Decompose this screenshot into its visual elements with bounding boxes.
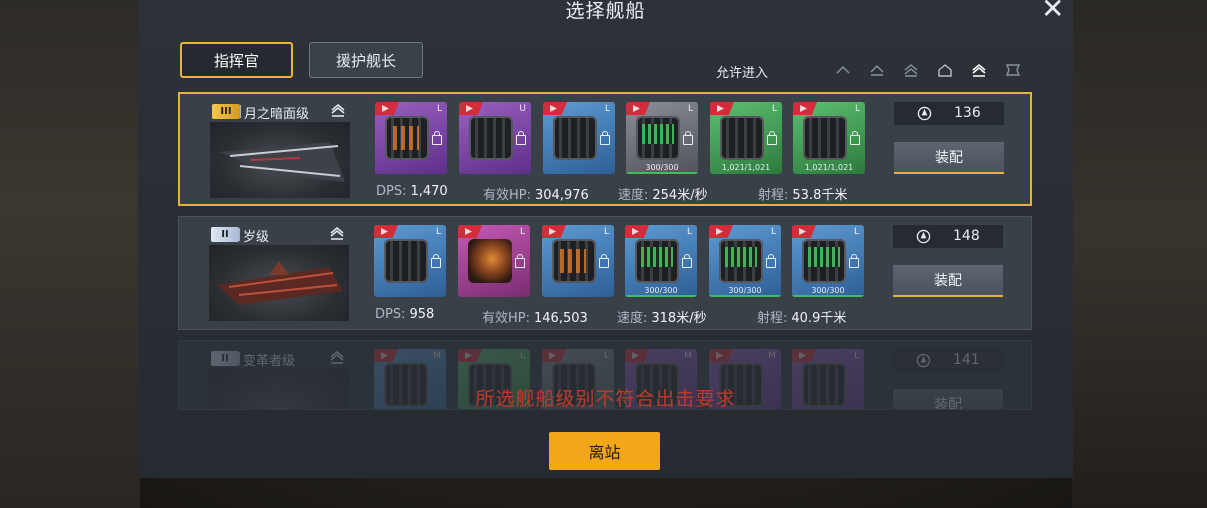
power-icon	[917, 106, 932, 121]
lock-icon	[515, 254, 525, 268]
depart-button[interactable]: 离站	[549, 432, 660, 470]
lock-icon	[850, 131, 860, 145]
tab-escort-captain[interactable]: 援护舰长	[309, 42, 423, 78]
ship-row-sui[interactable]: II 岁级 L L L L 300/300 L 300/300 L 300/300 D…	[178, 216, 1032, 330]
rank-filter	[835, 62, 1031, 82]
ship-row-dark-side[interactable]: III 月之暗面级 L U L L 300/300 L 1,021/1,021 L1…	[178, 92, 1032, 206]
lock-icon	[599, 254, 609, 268]
tier-badge: II	[211, 227, 239, 242]
module-slot[interactable]: L 300/300	[626, 102, 698, 174]
stat-range: 射程: 53.8千米	[758, 188, 848, 203]
lock-icon	[432, 131, 442, 145]
power-rating: 136	[894, 102, 1004, 125]
power-icon	[916, 353, 931, 368]
background-right	[1072, 0, 1207, 508]
stat-speed: 速度: 254米/秒	[618, 188, 708, 203]
lock-icon	[767, 131, 777, 145]
ship-name: 月之暗面级	[239, 103, 309, 122]
lock-icon	[849, 254, 859, 268]
stat-hp: 有效HP: 304,976	[483, 188, 589, 203]
select-ship-dialog: 选择舰船 ✕ 指挥官 援护舰长 允许进入 III 月之暗面级 L U L L 30…	[138, 0, 1073, 478]
module-slot[interactable]: U	[459, 102, 531, 174]
ship-name: 岁级	[238, 226, 269, 245]
rank-4-icon[interactable]	[937, 62, 953, 78]
equip-button[interactable]: 装配	[893, 265, 1003, 297]
lock-icon	[600, 131, 610, 145]
module-slot[interactable]: L 1,021/1,021	[710, 102, 782, 174]
lock-icon	[683, 131, 693, 145]
stat-range: 射程: 40.9千米	[757, 311, 847, 326]
ship-class-icon	[330, 227, 344, 240]
module-slot[interactable]: L	[458, 225, 530, 297]
module-slot[interactable]: L	[543, 102, 615, 174]
background-left	[0, 0, 140, 508]
ship-image	[209, 245, 349, 321]
rank-6-icon[interactable]	[1005, 62, 1021, 78]
lock-icon	[431, 254, 441, 268]
module-slot[interactable]: L 300/300	[792, 225, 864, 297]
module-slot[interactable]: L	[542, 225, 614, 297]
warning-message: 所选舰船级别不符合出击要求	[475, 388, 736, 410]
module-slot[interactable]: L 300/300	[625, 225, 697, 297]
ship-name: 变革者级	[238, 350, 295, 369]
close-icon[interactable]: ✕	[1041, 0, 1064, 23]
lock-icon	[682, 254, 692, 268]
allowed-entry-label: 允许进入	[716, 66, 769, 81]
lock-icon	[766, 254, 776, 268]
ship-class-icon	[331, 104, 345, 117]
dialog-title: 选择舰船	[565, 0, 646, 22]
stat-dps: DPS: 958	[375, 307, 435, 322]
module-slot[interactable]: L	[375, 102, 447, 174]
tier-badge: II	[211, 351, 239, 366]
rank-3-icon[interactable]	[903, 62, 919, 78]
module-slot[interactable]: L	[374, 225, 446, 297]
tier-badge: III	[212, 104, 240, 119]
module-slot[interactable]: L 1,021/1,021	[793, 102, 865, 174]
module-slot[interactable]: L 300/300	[709, 225, 781, 297]
rank-2-icon[interactable]	[869, 62, 885, 78]
power-icon	[916, 229, 931, 244]
lock-icon	[516, 131, 526, 145]
stat-dps: DPS: 1,470	[376, 184, 448, 199]
stat-hp: 有效HP: 146,503	[482, 311, 588, 326]
tab-commander[interactable]: 指挥官	[180, 42, 293, 78]
rank-5-icon[interactable]	[971, 62, 987, 78]
ship-class-icon	[330, 351, 344, 364]
power-rating: 148	[893, 225, 1003, 248]
stat-speed: 速度: 318米/秒	[617, 311, 707, 326]
rank-1-icon[interactable]	[835, 62, 851, 78]
ship-image	[210, 122, 350, 198]
equip-button[interactable]: 装配	[894, 142, 1004, 174]
power-rating: 141	[893, 349, 1003, 372]
